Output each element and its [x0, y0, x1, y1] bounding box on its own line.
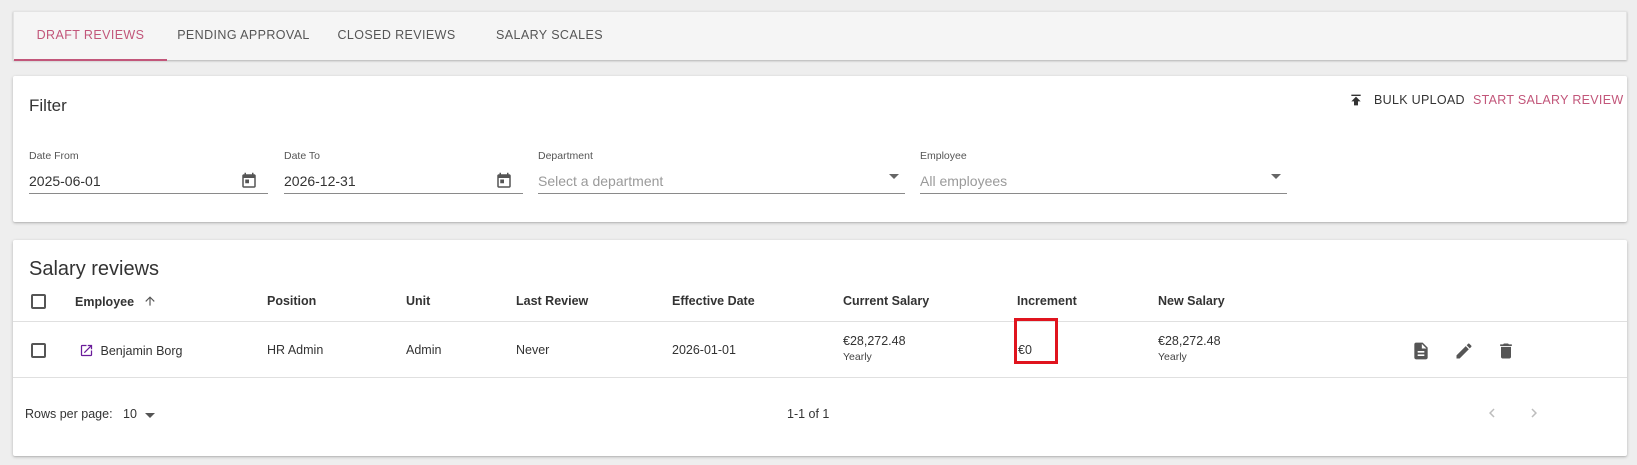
table-header: Employee Position Unit Last Review Effec…: [13, 292, 1627, 322]
row-checkbox[interactable]: [31, 343, 46, 358]
column-effective-date[interactable]: Effective Date: [672, 294, 755, 308]
chevron-right-icon[interactable]: [1525, 404, 1543, 422]
column-last-review[interactable]: Last Review: [516, 294, 588, 308]
table-row[interactable]: Benjamin Borg HR Admin Admin Never 2026-…: [13, 323, 1627, 378]
date-to-input[interactable]: 2026-12-31: [284, 168, 523, 194]
employee-input[interactable]: All employees: [920, 168, 1287, 194]
unit-cell: Admin: [406, 343, 442, 357]
filter-card: Filter BULK UPLOAD START SALARY REVIEW D…: [13, 76, 1627, 222]
select-all-checkbox[interactable]: [31, 294, 46, 309]
start-salary-review-button[interactable]: START SALARY REVIEW: [1473, 87, 1623, 113]
chevron-down-icon[interactable]: [889, 174, 899, 179]
chevron-down-icon[interactable]: [1271, 174, 1281, 179]
table-footer: Rows per page: 10 1-1 of 1: [13, 379, 1627, 445]
chevron-left-icon[interactable]: [1483, 404, 1501, 422]
current-salary-value: €28,272.48: [843, 334, 906, 348]
upload-icon: [1351, 94, 1361, 106]
new-salary-cell: €28,272.48 Yearly: [1158, 334, 1221, 363]
tab-draft-reviews[interactable]: DRAFT REVIEWS: [14, 12, 167, 61]
bulk-upload-label: BULK UPLOAD: [1374, 93, 1465, 107]
bulk-upload-button[interactable]: BULK UPLOAD: [1348, 87, 1465, 113]
column-increment[interactable]: Increment: [1017, 294, 1077, 308]
column-position[interactable]: Position: [267, 294, 316, 308]
filter-title: Filter: [29, 96, 67, 115]
salary-reviews-card: Salary reviews Employee Position Unit La…: [13, 240, 1627, 456]
last-review-cell: Never: [516, 343, 550, 357]
date-from-label: Date From: [29, 150, 79, 162]
employee-name[interactable]: Benjamin Borg: [100, 344, 182, 358]
employee-label: Employee: [920, 150, 967, 162]
new-salary-period: Yearly: [1158, 351, 1187, 363]
column-employee-label: Employee: [75, 295, 135, 309]
column-employee[interactable]: Employee: [75, 294, 157, 309]
rows-per-page-select[interactable]: 10: [123, 407, 137, 421]
rows-per-page-label: Rows per page:: [25, 407, 113, 421]
arrow-up-icon[interactable]: [143, 294, 157, 308]
edit-icon[interactable]: [1454, 341, 1474, 361]
column-unit[interactable]: Unit: [406, 294, 430, 308]
date-to-label: Date To: [284, 150, 320, 162]
new-salary-value: €28,272.48: [1158, 334, 1221, 348]
open-in-new-icon[interactable]: [79, 343, 94, 358]
tab-closed-reviews[interactable]: CLOSED REVIEWS: [320, 12, 473, 60]
department-input[interactable]: Select a department: [538, 168, 905, 194]
department-label: Department: [538, 150, 593, 162]
calendar-icon[interactable]: [495, 172, 513, 190]
salary-reviews-title: Salary reviews: [29, 258, 160, 280]
current-salary-period: Yearly: [843, 351, 872, 363]
chevron-down-icon[interactable]: [145, 413, 155, 418]
calendar-icon[interactable]: [240, 172, 258, 190]
increment-cell: €0: [1018, 343, 1032, 357]
document-icon[interactable]: [1411, 341, 1431, 361]
tab-bar: DRAFT REVIEWS PENDING APPROVAL CLOSED RE…: [13, 11, 1627, 61]
effective-date-cell: 2026-01-01: [672, 343, 736, 357]
position-cell: HR Admin: [267, 343, 324, 357]
current-salary-cell: €28,272.48 Yearly: [843, 334, 906, 363]
date-from-input[interactable]: 2025-06-01: [29, 168, 268, 194]
employee-cell[interactable]: Benjamin Borg: [79, 343, 182, 358]
tab-pending-approval[interactable]: PENDING APPROVAL: [167, 12, 320, 60]
tab-salary-scales[interactable]: SALARY SCALES: [473, 12, 626, 60]
column-current-salary[interactable]: Current Salary: [843, 294, 929, 308]
delete-icon[interactable]: [1496, 341, 1516, 361]
pagination-range: 1-1 of 1: [787, 407, 830, 421]
column-new-salary[interactable]: New Salary: [1158, 294, 1225, 308]
